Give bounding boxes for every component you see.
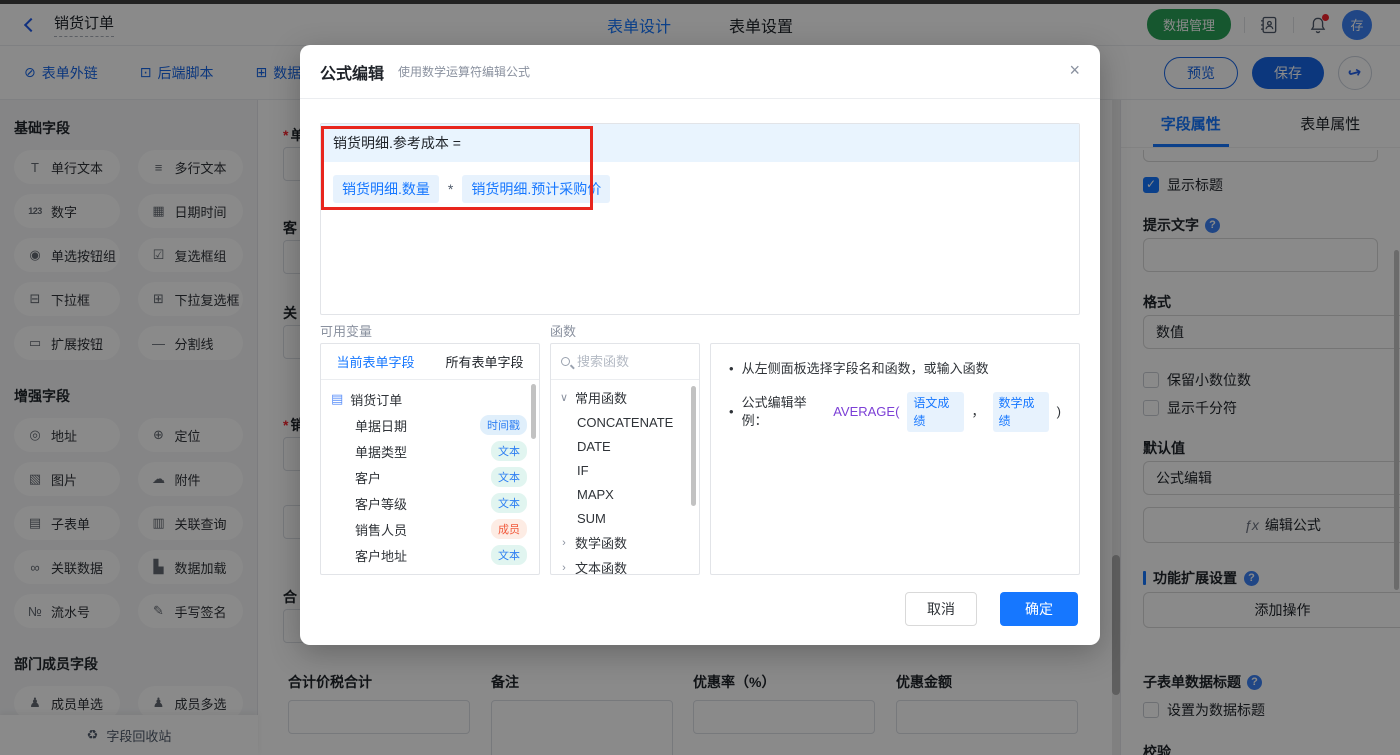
tip-text: 从左侧面板选择字段名和函数，或输入函数 <box>741 361 989 376</box>
variable-name: 客户地址 <box>355 548 408 564</box>
variable-name: 销售人员 <box>355 522 408 538</box>
tab-all-form-fields[interactable]: 所有表单字段 <box>430 344 539 379</box>
group-math-functions[interactable]: › 数学函数 <box>551 530 699 555</box>
type-badge: 时间戳 <box>480 415 527 435</box>
modal-header: 公式编辑 使用数学运算符编辑公式 <box>300 45 1100 99</box>
functions-tree: ∨ 常用函数 CONCATENATE DATE IF MAPX SUM › 数学… <box>551 380 699 575</box>
tip-example-prefix: 公式编辑举例： <box>741 395 807 428</box>
multiply-operator: * <box>447 181 454 197</box>
app-root: 销货订单 表单设计 表单设置 数据管理 存 ⊘ 表单外链 ⊡ 后端脚本 ⊞ 数据… <box>0 0 1400 755</box>
formula-expression: 销货明细.数量 * 销货明细.预计采购价 <box>333 175 1067 203</box>
function-item[interactable]: SUM <box>551 506 699 530</box>
function-item[interactable]: CONCATENATE <box>551 410 699 434</box>
type-badge: 文本 <box>491 545 527 565</box>
variables-label: 可用变量 <box>320 324 373 339</box>
tips-panel: • 从左侧面板选择字段名和函数，或输入函数 • 公式编辑举例： AVERAGE(… <box>710 343 1080 575</box>
functions-panel: ∨ 常用函数 CONCATENATE DATE IF MAPX SUM › 数学… <box>550 343 700 575</box>
bullet-icon: • <box>729 404 734 419</box>
group-common-functions[interactable]: ∨ 常用函数 <box>551 385 699 410</box>
example-field-chip: 数学成绩 <box>992 392 1049 432</box>
group-label: 数学函数 <box>575 536 628 551</box>
modal-title: 公式编辑 <box>320 65 385 83</box>
example-function-name: AVERAGE( <box>833 404 900 419</box>
function-item[interactable]: DATE <box>551 434 699 458</box>
formula-editor-modal: 公式编辑 使用数学运算符编辑公式 × 销货明细.参考成本 = 销货明细.数量 *… <box>300 45 1100 645</box>
type-badge: 文本 <box>491 467 527 487</box>
example-field-chip: 语文成绩 <box>907 392 964 432</box>
example-close-paren: ) <box>1056 404 1061 419</box>
group-text-functions[interactable]: › 文本函数 <box>551 555 699 575</box>
type-badge: 文本 <box>491 493 527 513</box>
functions-scrollbar-thumb[interactable] <box>691 386 696 506</box>
variable-name: 客户等级 <box>355 496 408 512</box>
type-badge <box>489 574 527 575</box>
function-item[interactable]: IF <box>551 458 699 482</box>
form-doc-icon: ▤ <box>331 391 344 406</box>
variable-row[interactable]: 客户地址 文本 <box>321 542 539 568</box>
tab-current-form-fields[interactable]: 当前表单字段 <box>321 344 430 379</box>
root-label: 销货订单 <box>350 392 403 408</box>
cancel-button[interactable]: 取消 <box>905 592 977 626</box>
variable-row[interactable]: 客户 文本 <box>321 464 539 490</box>
close-icon[interactable]: × <box>1069 61 1080 79</box>
variables-tree: ▤ 销货订单 单据日期 时间戳 单据类型 文本 客户 文本 客户等级 文本 销售… <box>321 380 539 575</box>
variable-row[interactable]: 单据日期 时间戳 <box>321 412 539 438</box>
variable-row[interactable]: 销售人员 成员 <box>321 516 539 542</box>
variable-name: 单据类型 <box>355 444 408 460</box>
search-icon <box>561 357 570 366</box>
caret-down-icon: ∨ <box>559 392 569 404</box>
caret-right-icon: › <box>562 561 566 574</box>
variable-name: 客户 <box>355 470 382 486</box>
functions-label: 函数 <box>550 324 577 339</box>
formula-field-chip[interactable]: 销货明细.数量 <box>333 175 439 203</box>
variables-panel: 当前表单字段 所有表单字段 ▤ 销货订单 单据日期 时间戳 单据类型 文本 客户 <box>320 343 540 575</box>
variable-row-partial[interactable] <box>321 568 539 575</box>
function-item[interactable]: MAPX <box>551 482 699 506</box>
type-badge: 成员 <box>491 519 527 539</box>
tip-line: • 从左侧面板选择字段名和函数，或输入函数 <box>729 360 1061 378</box>
caret-right-icon: › <box>562 536 566 549</box>
formula-target: 销货明细.参考成本 = <box>321 124 1079 162</box>
example-comma: ， <box>971 404 985 419</box>
group-label: 常用函数 <box>575 391 628 406</box>
variable-row[interactable]: 单据类型 文本 <box>321 438 539 464</box>
group-label: 文本函数 <box>575 561 628 575</box>
bullet-icon: • <box>729 361 734 376</box>
tree-root-form[interactable]: ▤ 销货订单 <box>321 386 539 412</box>
function-search[interactable] <box>551 344 699 380</box>
modal-subtitle: 使用数学运算符编辑公式 <box>398 65 531 79</box>
variables-tabs: 当前表单字段 所有表单字段 <box>321 344 539 380</box>
formula-field-chip[interactable]: 销货明细.预计采购价 <box>462 175 611 203</box>
variables-scrollbar-thumb[interactable] <box>531 384 536 439</box>
type-badge: 文本 <box>491 441 527 461</box>
function-search-input[interactable] <box>577 354 677 369</box>
formula-editor-area[interactable]: 销货明细.参考成本 = 销货明细.数量 * 销货明细.预计采购价 <box>320 123 1080 315</box>
variable-row[interactable]: 客户等级 文本 <box>321 490 539 516</box>
tip-example-line: • 公式编辑举例： AVERAGE( 语文成绩 ， 数学成绩 ) <box>729 392 1061 432</box>
confirm-button[interactable]: 确定 <box>1000 592 1078 626</box>
variable-name: 单据日期 <box>355 418 408 434</box>
